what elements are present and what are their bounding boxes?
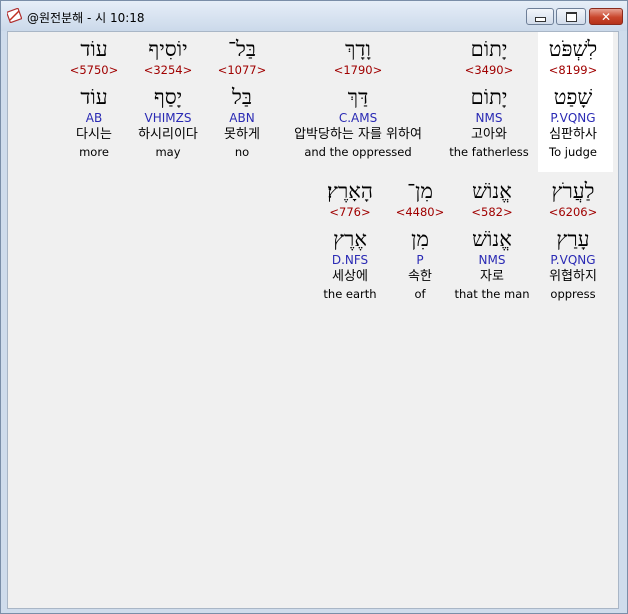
hebrew-root: אֶרֶץ <box>333 227 367 251</box>
korean-gloss: 자로 <box>480 269 504 284</box>
morphology-code: P.VQNG <box>550 253 596 267</box>
strong-number: <8199> <box>548 63 598 77</box>
app-icon <box>7 8 22 23</box>
english-gloss: and the oppressed <box>304 145 412 159</box>
hebrew-word: בַּל־ <box>228 37 256 61</box>
strong-number: <5750> <box>69 63 119 77</box>
korean-gloss: 하시리이다 <box>138 127 198 142</box>
strong-number: <582> <box>471 205 513 219</box>
hebrew-root: אֱנוֹשׁ <box>472 227 512 251</box>
word-column[interactable]: מִן־ <4480> מִן P 속한 of <box>396 178 445 302</box>
hebrew-root: יָסַף <box>153 85 183 109</box>
morphology-code: P <box>416 253 424 267</box>
minimize-icon <box>534 16 546 22</box>
english-gloss: the fatherless <box>449 145 529 159</box>
strong-number: <776> <box>329 205 371 219</box>
word-column[interactable]: אֱנוֹשׁ <582> אֱנוֹשׁ NMS 자로 that the ma… <box>454 178 529 302</box>
korean-gloss: 못하게 <box>224 127 260 142</box>
app-window: @원전분해 - 시 10:18 ✕ עוֹד <5750> עוֹד AB 다시… <box>0 0 628 614</box>
english-gloss: more <box>79 145 109 159</box>
word-column-selected[interactable]: לִשְׁפֹּט <8199> שָׁפַט P.VQNG 심판하사 To j… <box>549 36 598 160</box>
english-gloss: that the man <box>454 287 530 301</box>
morphology-code: P.VQNG <box>550 111 596 125</box>
morphology-code: VHIMZS <box>144 111 192 125</box>
hebrew-word: לִשְׁפֹּט <box>548 37 598 61</box>
korean-gloss: 속한 <box>408 269 432 284</box>
strong-number: <3490> <box>464 63 514 77</box>
maximize-icon <box>565 11 577 22</box>
word-column[interactable]: בַּל־ <1077> בַּל ABN 못하게 no <box>218 36 267 160</box>
morphology-code: D.NFS <box>331 253 369 267</box>
english-gloss: may <box>155 145 181 159</box>
title-bar[interactable]: @원전분해 - 시 10:18 ✕ <box>1 1 627 31</box>
close-icon: ✕ <box>600 9 612 24</box>
hebrew-root: עָרַץ <box>556 227 590 251</box>
morphology-code: AB <box>85 111 103 125</box>
hebrew-root: יָתוֹם <box>470 85 508 109</box>
morphology-code: ABN <box>229 111 255 125</box>
interlinear-panel: עוֹד <5750> עוֹד AB 다시는 more יוֹסִיף <32… <box>7 31 619 609</box>
maximize-button[interactable] <box>556 8 586 25</box>
english-gloss: no <box>234 145 250 159</box>
korean-gloss: 다시는 <box>76 127 112 142</box>
hebrew-word: אֱנוֹשׁ <box>472 179 512 203</box>
window-title: @원전분해 - 시 10:18 <box>27 11 145 25</box>
minimize-button[interactable] <box>526 8 554 25</box>
word-column[interactable]: לַעֲרֹץ <6206> עָרַץ P.VQNG 위협하지 oppress <box>549 178 598 302</box>
strong-number: <1790> <box>333 63 383 77</box>
english-gloss: oppress <box>550 287 596 301</box>
hebrew-word: מִן־ <box>407 179 433 203</box>
english-gloss: the earth <box>323 287 377 301</box>
word-column[interactable]: יוֹסִיף <3254> יָסַף VHIMZS 하시리이다 may <box>138 36 198 160</box>
morphology-code: NMS <box>478 253 506 267</box>
korean-gloss: 고아와 <box>471 127 507 142</box>
hebrew-word: לַעֲרֹץ <box>551 179 595 203</box>
word-column[interactable]: יָתוֹם <3490> יָתוֹם NMS 고아와 the fatherl… <box>449 36 528 160</box>
hebrew-word: יָתוֹם <box>470 37 508 61</box>
hebrew-word: הָאָרֶץ׃ <box>327 179 373 203</box>
strong-number: <6206> <box>548 205 598 219</box>
english-gloss: of <box>414 287 426 301</box>
hebrew-word: וָדָךְ <box>345 37 371 61</box>
hebrew-root: מִן <box>411 227 429 251</box>
english-gloss: To judge <box>549 145 597 159</box>
korean-gloss: 세상에 <box>332 269 368 284</box>
hebrew-word: עוֹד <box>80 37 108 61</box>
hebrew-root: עוֹד <box>80 85 108 109</box>
hebrew-root: דַּךְ <box>347 85 369 109</box>
korean-gloss: 심판하사 <box>549 127 597 142</box>
korean-gloss: 압박당하는 자를 위하여 <box>294 127 422 142</box>
strong-number: <3254> <box>143 63 193 77</box>
close-button[interactable]: ✕ <box>589 8 623 25</box>
morphology-code: C.AMS <box>338 111 378 125</box>
korean-gloss: 위협하지 <box>549 269 597 284</box>
hebrew-root: שָׁפַט <box>553 85 593 109</box>
hebrew-word: יוֹסִיף <box>148 37 188 61</box>
hebrew-root: בַּל <box>232 85 252 109</box>
strong-number: <1077> <box>217 63 267 77</box>
word-column[interactable]: הָאָרֶץ׃ <776> אֶרֶץ D.NFS 세상에 the earth <box>323 178 376 302</box>
morphology-code: NMS <box>475 111 503 125</box>
word-column[interactable]: וָדָךְ <1790> דַּךְ C.AMS 압박당하는 자를 위하여 a… <box>294 36 422 160</box>
word-column[interactable]: עוֹד <5750> עוֹד AB 다시는 more <box>70 36 119 160</box>
strong-number: <4480> <box>395 205 445 219</box>
